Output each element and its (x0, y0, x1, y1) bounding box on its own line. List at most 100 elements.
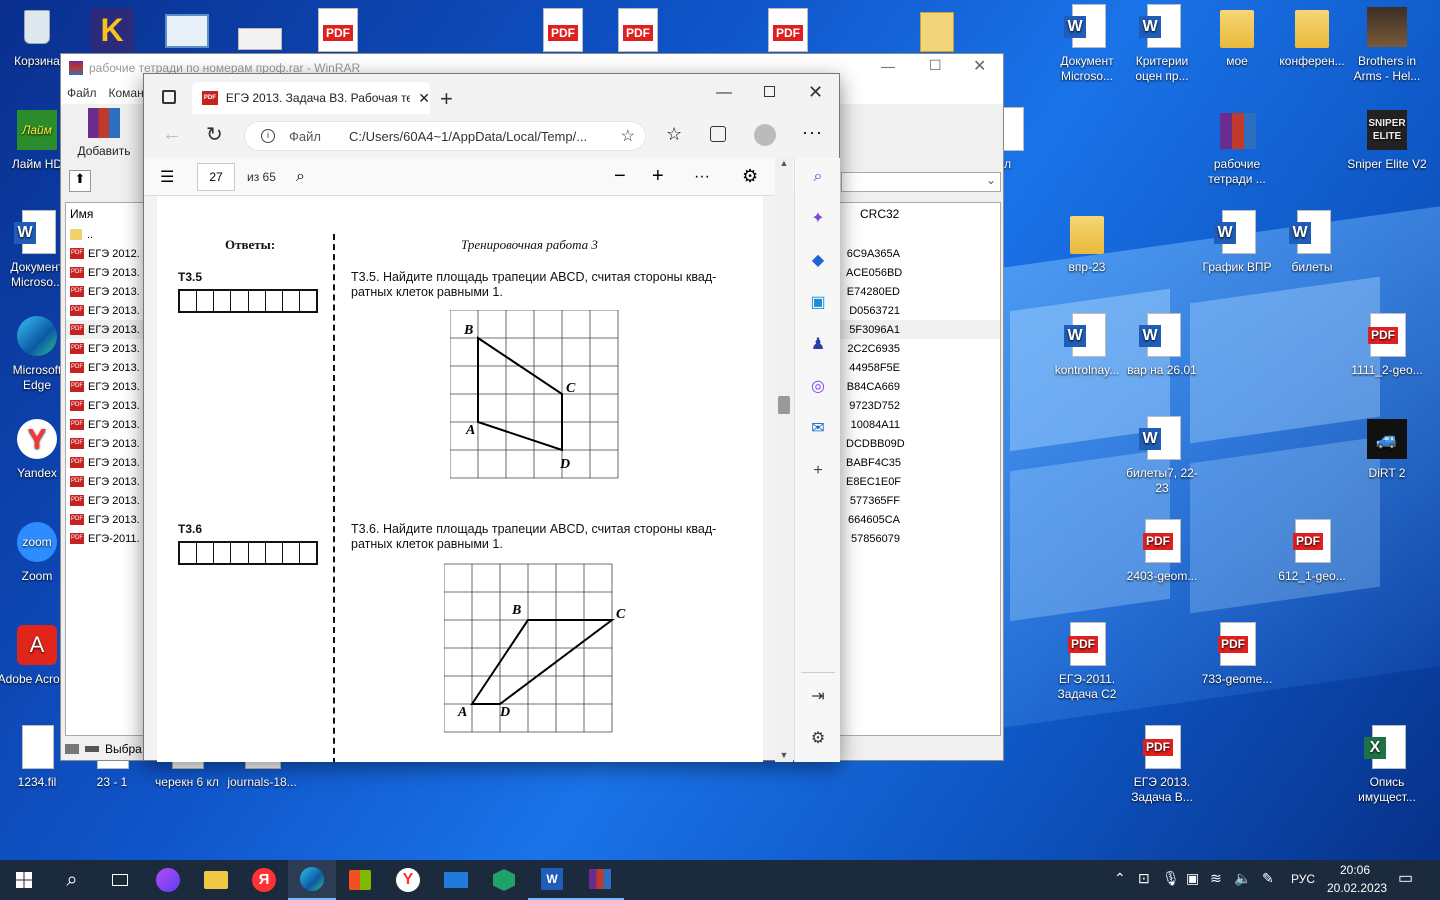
desktop-icon[interactable]: SNIPER ELITE Sniper Elite V2 (1347, 107, 1427, 172)
favorite-add-icon[interactable]: ☆ (621, 126, 635, 146)
desktop-icon[interactable]: X Опись имущест... (1347, 725, 1427, 805)
tray-date[interactable]: 20.02.2023 (1327, 881, 1387, 895)
pdf-settings-icon[interactable]: ⚙ (742, 166, 758, 187)
sidebar-search-icon[interactable]: ⌕ (809, 168, 827, 186)
start-button[interactable] (0, 860, 48, 900)
desktop-icon[interactable]: мое (1197, 4, 1277, 69)
desktop-icon[interactable]: Wбилеты7, 22-23 (1122, 416, 1202, 496)
desktop-icon[interactable]: Wвар на 26.01 (1122, 313, 1202, 378)
top-app-icon[interactable]: K (90, 8, 134, 52)
refresh-icon[interactable]: ↻ (206, 122, 223, 147)
sidebar-settings-icon[interactable]: ⚙ (809, 730, 827, 748)
menu-file[interactable]: Файл (67, 86, 97, 100)
desktop-icon[interactable]: W Критерии оцен пр... (1122, 4, 1202, 84)
more-menu-icon[interactable]: ··· (802, 122, 823, 143)
zoom-in-button[interactable]: + (652, 165, 664, 188)
taskbar-mail[interactable] (432, 860, 480, 900)
tray-meet-icon[interactable]: ▣ (1186, 870, 1199, 887)
pdf-scrollbar[interactable]: ▲ ▼ (775, 158, 793, 762)
edge-close-button[interactable]: ✕ (808, 82, 823, 103)
sidebar-games-icon[interactable]: ♟ (809, 336, 827, 354)
winrar-close-button[interactable]: ✕ (973, 56, 986, 76)
col-name-header[interactable]: Имя (70, 207, 93, 221)
desktop-icon[interactable]: PDF 1111_2-geo... (1347, 313, 1427, 378)
col-crc-header[interactable]: CRC32 (860, 207, 899, 221)
up-folder-button[interactable]: ⬆ (69, 170, 91, 192)
winrar-minimize-button[interactable]: — (881, 58, 895, 74)
desktop-icon[interactable]: впр-23 (1047, 210, 1127, 275)
search-button[interactable]: ⌕ (48, 860, 96, 900)
add-button[interactable]: Добавить (69, 108, 139, 162)
taskbar-alice[interactable] (144, 860, 192, 900)
taskbar-word[interactable]: W (528, 860, 576, 900)
pdf-icon: PDF (1289, 519, 1335, 565)
desktop-icon[interactable]: 🚙 DiRT 2 (1347, 416, 1427, 481)
taskbar-explorer[interactable] (192, 860, 240, 900)
profile-avatar[interactable] (754, 124, 776, 146)
tray-pen-icon[interactable]: ✎ (1262, 870, 1274, 887)
tray-mic-icon[interactable]: 🎙 (1162, 870, 1180, 887)
sidebar-tools-icon[interactable]: ▣ (809, 294, 827, 312)
sidebar-hide-icon[interactable]: ⇥ (809, 688, 827, 706)
winrar-maximize-button[interactable]: ☐ (929, 57, 942, 74)
top-app-icon[interactable] (238, 28, 282, 50)
tray-chevron-icon[interactable]: ⌃ (1114, 870, 1126, 887)
edge-minimize-button[interactable]: — (716, 84, 732, 102)
collections-icon[interactable] (710, 126, 726, 142)
desktop-icon[interactable]: PDF ЕГЭ-2011. Задача С2 (1047, 622, 1127, 702)
scroll-thumb[interactable] (778, 396, 790, 414)
search-icon[interactable]: ⌕ (296, 168, 305, 186)
back-icon[interactable]: ← (162, 123, 182, 146)
edge-maximize-button[interactable] (764, 86, 775, 97)
top-pdf-icon[interactable]: PDF (618, 8, 658, 52)
desktop-icon[interactable]: W Документ Microso... (1047, 4, 1127, 84)
tray-volume-icon[interactable]: 🔈 (1234, 870, 1251, 887)
desktop-icon[interactable]: PDF ЕГЭ 2013. Задача В... (1122, 725, 1202, 805)
desktop-icon[interactable]: Brothers in Arms - Hel... (1347, 4, 1427, 84)
tab-actions-icon[interactable] (162, 90, 176, 104)
top-pdf-icon[interactable]: PDF (543, 8, 583, 52)
new-tab-button[interactable]: + (440, 86, 453, 112)
desktop-icon[interactable]: конферен... (1272, 4, 1352, 69)
favorites-icon[interactable]: ☆ (666, 124, 682, 145)
notification-icon[interactable]: ▭ (1398, 868, 1413, 888)
top-app-icon[interactable] (165, 14, 209, 48)
address-bar[interactable]: i Файл C:/Users/60A4~1/AppData/Local/Tem… (244, 121, 646, 151)
sidebar-office-icon[interactable]: ◎ (809, 378, 827, 396)
menu-commands[interactable]: Коман (109, 86, 144, 100)
contents-icon[interactable]: ☰ (160, 167, 174, 187)
sidebar-add-icon[interactable]: + (809, 462, 827, 480)
tab-close-icon[interactable]: ✕ (418, 90, 430, 107)
top-pdf-icon[interactable]: PDF (318, 8, 358, 52)
tray-network-icon[interactable]: ⊡ (1138, 870, 1150, 887)
taskbar-winrar[interactable] (576, 860, 624, 900)
tray-language[interactable]: РУС (1291, 872, 1315, 886)
taskbar-yandex-browser[interactable]: Я (240, 860, 288, 900)
sidebar-discover-icon[interactable]: ✦ (809, 210, 827, 228)
sidebar-shopping-icon[interactable]: ◆ (809, 252, 827, 270)
scroll-up-arrow[interactable]: ▲ (775, 158, 793, 168)
task-view-button[interactable] (96, 860, 144, 900)
page-number-input[interactable]: 27 (197, 162, 235, 191)
top-folder-icon[interactable] (920, 12, 954, 52)
desktop-icon[interactable]: PDF 612_1-geo... (1272, 519, 1352, 584)
desktop-icon[interactable]: Wбилеты (1272, 210, 1352, 275)
scroll-down-arrow[interactable]: ▼ (775, 750, 793, 760)
desktop-icon[interactable]: PDF 2403-geom... (1122, 519, 1202, 584)
tray-wifi-icon[interactable]: ≋ (1210, 870, 1222, 887)
taskbar-security[interactable] (480, 860, 528, 900)
desktop-icon[interactable]: Wkontrolnay... (1047, 313, 1127, 378)
path-dropdown[interactable]: ⌄ (841, 172, 1001, 192)
browser-tab[interactable]: PDF ЕГЭ 2013. Задача В3. Рабочая те ✕ (192, 82, 430, 114)
desktop-icon[interactable]: W График ВПР (1197, 210, 1277, 275)
taskbar-yandex[interactable]: Y (384, 860, 432, 900)
sidebar-outlook-icon[interactable]: ✉ (809, 420, 827, 438)
pdf-more-icon[interactable]: ··· (694, 168, 710, 186)
desktop-icon[interactable]: рабочие тетради ... (1197, 107, 1277, 187)
zoom-out-button[interactable]: − (614, 165, 626, 188)
taskbar-edge[interactable] (288, 860, 336, 900)
tray-time[interactable]: 20:06 (1340, 863, 1370, 877)
desktop-icon[interactable]: PDF 733-geome... (1197, 622, 1277, 687)
taskbar-store[interactable] (336, 860, 384, 900)
top-pdf-icon[interactable]: PDF (768, 8, 808, 52)
